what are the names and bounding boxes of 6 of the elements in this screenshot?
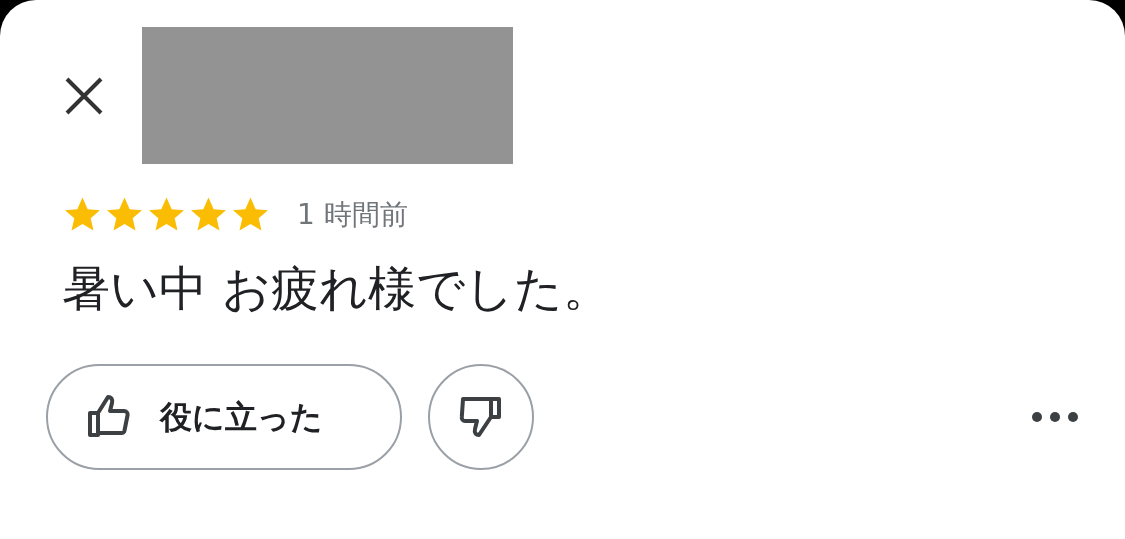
close-icon [64, 75, 104, 116]
helpful-button[interactable]: 役に立った [46, 364, 402, 470]
review-time: 1 時間前 [297, 197, 408, 233]
thumbs-down-button[interactable] [428, 364, 534, 470]
review-text: 暑い中 お疲れ様でした。 [61, 259, 613, 318]
more-options-icon [1031, 411, 1079, 423]
